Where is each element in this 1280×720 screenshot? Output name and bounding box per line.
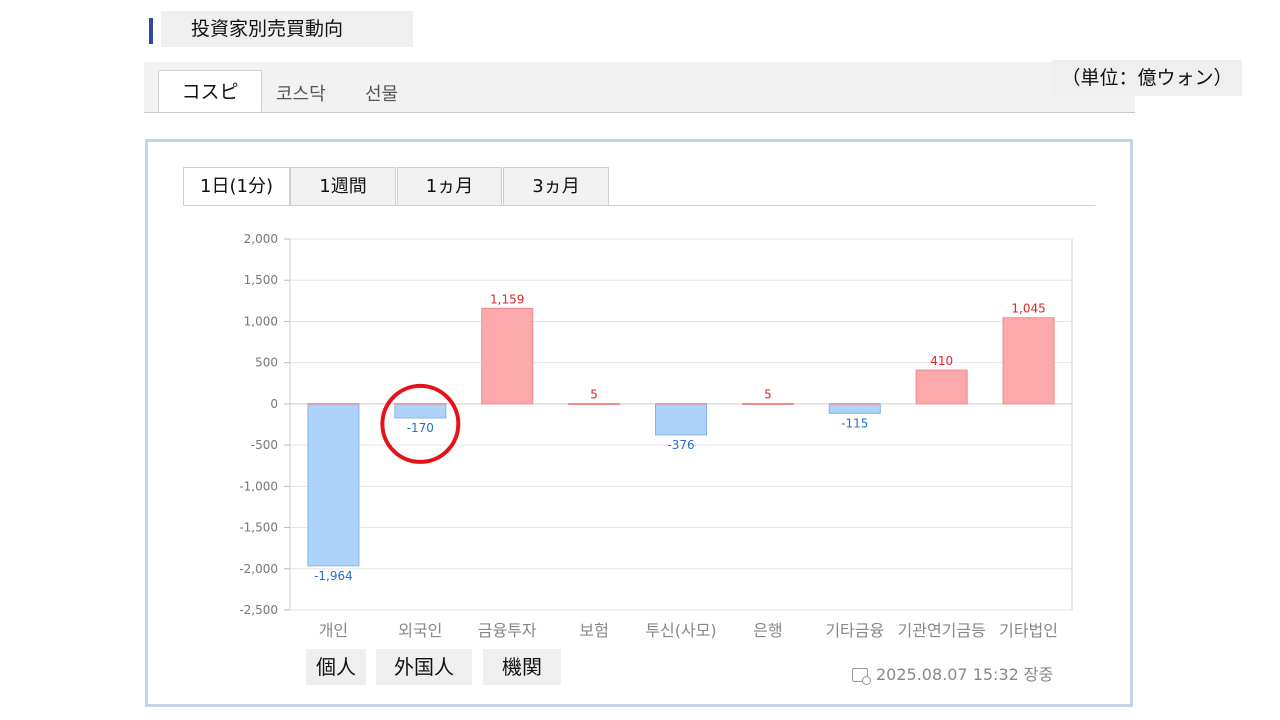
- investor-group-foreign: 外国人: [376, 649, 472, 685]
- investor-group-institution: 機関: [483, 649, 561, 685]
- bar-외국인: [394, 403, 447, 419]
- bar-은행: [741, 402, 794, 405]
- timestamp-text: 2025.08.07 15:32 장중: [876, 665, 1054, 684]
- data-label: 5: [590, 387, 598, 401]
- bar-기관연기금등: [915, 369, 968, 405]
- x-tick-label: 기타법인: [999, 621, 1058, 640]
- timestamp: 2025.08.07 15:32 장중: [852, 661, 1053, 685]
- y-tick-label: 1,000: [244, 314, 278, 328]
- x-tick-label: 외국인: [398, 621, 442, 640]
- y-tick-label: -1,500: [239, 521, 278, 535]
- x-tick-label: 개인: [319, 621, 348, 640]
- bar-보험: [568, 402, 621, 405]
- x-tick-label: 기관연기금등: [898, 621, 986, 640]
- y-tick-label: -1,000: [239, 479, 278, 493]
- y-tick-label: 500: [255, 356, 278, 370]
- data-label: -170: [407, 421, 434, 435]
- x-tick-label: 보험: [579, 621, 608, 640]
- investor-bar-chart: 2,000 1,500 1,000 500 0 -500 -1,000 -1,500 -2,00…: [239, 232, 1073, 640]
- data-label: 5: [764, 387, 772, 401]
- y-tick-label: 1,500: [244, 273, 278, 287]
- x-tick-label: 은행: [753, 621, 782, 640]
- y-tick-label: 2,000: [244, 232, 278, 246]
- bar-투신(사모): [655, 403, 707, 436]
- y-tick-label: -2,500: [239, 603, 278, 617]
- x-tick-label: 투신(사모): [645, 621, 716, 640]
- data-label: -1,964: [314, 569, 353, 583]
- bar-금융투자: [481, 307, 534, 405]
- clock-calendar-icon: [852, 668, 871, 685]
- y-tick-label: -2,000: [239, 562, 278, 576]
- y-tick-label: 0: [270, 397, 278, 411]
- y-tick-label: -500: [251, 438, 278, 452]
- bar-개인: [307, 403, 360, 567]
- investor-group-individual: 個人: [306, 649, 366, 685]
- x-tick-label: 금융투자: [478, 621, 537, 640]
- data-label: 1,159: [490, 292, 524, 306]
- bar-기타법인: [1002, 317, 1055, 405]
- data-label: 410: [930, 354, 953, 368]
- x-tick-label: 기타금융: [825, 621, 884, 640]
- data-label: -376: [667, 438, 694, 452]
- data-label: 1,045: [1011, 302, 1045, 316]
- data-label: -115: [841, 416, 868, 430]
- bar-기타금융: [828, 403, 881, 414]
